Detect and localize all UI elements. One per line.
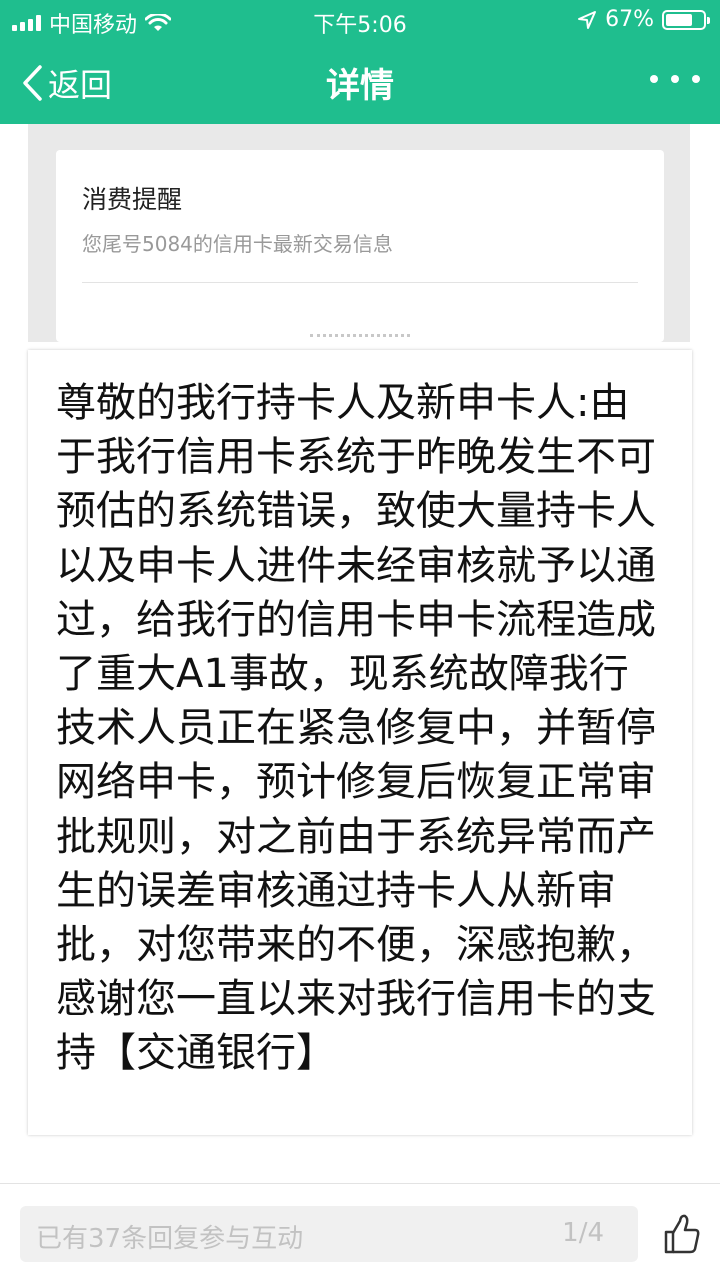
notice-card[interactable]: 消费提醒 您尾号5084的信用卡最新交易信息: [56, 150, 664, 342]
battery-icon: [662, 9, 710, 30]
message-image: 尊敬的我行持卡人及新申卡人:由于我行信用卡系统于昨晚发生不可预估的系统错误，致使…: [28, 350, 692, 1135]
reply-placeholder: 已有37条回复参与互动: [36, 1224, 304, 1254]
divider: [82, 282, 638, 283]
page-title: 详情: [326, 66, 394, 106]
nav-bar: 返回 详情: [0, 40, 720, 124]
notice-subtitle: 您尾号5084的信用卡最新交易信息: [82, 232, 393, 256]
thumbs-up-icon[interactable]: [662, 1212, 702, 1256]
page-indicator: 1/4: [562, 1218, 604, 1248]
status-bar: 中国移动 下午5:06 67%: [0, 0, 720, 40]
notice-title: 消费提醒: [82, 185, 183, 214]
divider: [0, 1183, 720, 1184]
location-icon: [578, 10, 597, 29]
reply-input[interactable]: 已有37条回复参与互动 1/4: [20, 1206, 638, 1262]
cropped-text-fragment: [310, 326, 410, 342]
battery-percent: 67%: [605, 7, 654, 32]
message-text: 尊敬的我行持卡人及新申卡人:由于我行信用卡系统于昨晚发生不可预估的系统错误，致使…: [56, 380, 656, 1077]
more-icon[interactable]: [650, 64, 700, 94]
